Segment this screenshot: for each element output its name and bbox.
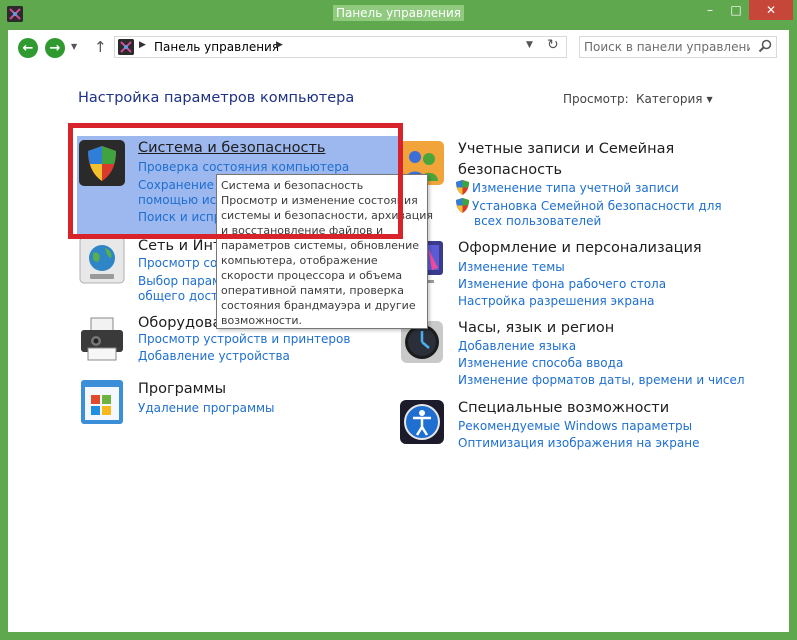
breadcrumb-separator-icon[interactable]: ▶ xyxy=(139,40,146,50)
window-title: Панель управления xyxy=(0,5,797,21)
category-title[interactable]: Оформление и персонализация xyxy=(458,238,702,258)
link-view-devices-printers[interactable]: Просмотр устройств и принтеров xyxy=(138,331,350,348)
category-title[interactable]: Сеть и Инт xyxy=(138,236,221,256)
programs-window-icon xyxy=(81,380,123,424)
annotation-highlight-frame xyxy=(68,123,403,239)
category-title[interactable]: Оборудова xyxy=(138,313,221,333)
uac-shield-icon xyxy=(456,198,469,213)
breadcrumb-separator-icon[interactable]: ▶ xyxy=(276,40,283,50)
back-button[interactable]: ← xyxy=(18,38,38,58)
category-appearance-personalization[interactable]: Оформление и персонализация Изменение те… xyxy=(398,238,718,310)
title-bar[interactable]: Панель управления – □ ✕ xyxy=(0,0,797,30)
search-icon[interactable] xyxy=(757,38,773,54)
category-network-internet[interactable]: Сеть и Инт Просмотр сос Выбор парам обще… xyxy=(78,236,228,303)
link-recommended-settings[interactable]: Рекомендуемые Windows параметры xyxy=(458,418,692,435)
link-uninstall-program[interactable]: Удаление программы xyxy=(138,400,275,417)
category-title[interactable]: Программы xyxy=(138,379,226,399)
category-title[interactable]: Часы, язык и регион xyxy=(458,318,614,338)
control-panel-window: Панель управления – □ ✕ ← → ▼ ↑ ▶ Панель… xyxy=(0,0,797,640)
uac-shield-icon xyxy=(456,180,469,195)
tooltip-line: параметров системы, обновление xyxy=(221,239,420,252)
category-title-line2[interactable]: безопасность xyxy=(458,160,562,180)
link-setup-family-safety-continued[interactable]: всех пользователей xyxy=(474,213,601,230)
link-text: Установка Семейной безопасности для xyxy=(472,199,722,213)
tooltip-line: скорости процессора и объема xyxy=(221,269,403,282)
tooltip-line: оперативной памяти, проверка xyxy=(221,284,404,297)
content-area: Настройка параметров компьютера Просмотр… xyxy=(8,66,789,632)
refresh-icon[interactable]: ↻ xyxy=(547,37,559,53)
tooltip-line: состояния брандмауэра и другие xyxy=(221,299,416,312)
up-button[interactable]: ↑ xyxy=(94,38,107,56)
chevron-down-icon: ▼ xyxy=(706,95,713,104)
address-history-dropdown[interactable]: ▼ xyxy=(526,40,533,50)
link-change-account-type[interactable]: Изменение типа учетной записи xyxy=(456,180,679,197)
category-clock-language-region[interactable]: Часы, язык и регион Добавление языка Изм… xyxy=(398,318,745,390)
link-change-desktop-background[interactable]: Изменение фона рабочего стола xyxy=(458,276,666,293)
address-bar[interactable]: ▶ Панель управления ▶ ▼ ↻ xyxy=(114,36,567,58)
window-bottom-border xyxy=(8,632,789,640)
link-text: Изменение типа учетной записи xyxy=(472,181,679,195)
link-change-date-time-formats[interactable]: Изменение форматов даты, времени и чисел xyxy=(458,372,745,389)
network-globe-icon xyxy=(79,236,125,284)
forward-button[interactable]: → xyxy=(45,38,65,58)
link-optimize-display[interactable]: Оптимизация изображения на экране xyxy=(458,435,699,452)
search-box[interactable] xyxy=(579,36,777,58)
view-by-label: Просмотр: xyxy=(563,92,629,106)
view-by-dropdown[interactable]: Категория ▼ xyxy=(636,92,713,106)
category-title[interactable]: Специальные возможности xyxy=(458,398,669,418)
breadcrumb-control-panel[interactable]: Панель управления xyxy=(154,40,279,54)
tooltip-line: возможности. xyxy=(221,314,303,327)
view-by-value: Категория xyxy=(636,92,703,106)
accessibility-icon xyxy=(400,400,444,444)
tooltip-line: компьютера, отображение xyxy=(221,254,378,267)
minimize-button[interactable]: – xyxy=(697,0,723,20)
recent-locations-dropdown[interactable]: ▼ xyxy=(71,42,77,51)
close-button[interactable]: ✕ xyxy=(749,0,793,20)
link-add-language[interactable]: Добавление языка xyxy=(458,338,576,355)
link-homegroup-options-continued[interactable]: общего досту xyxy=(138,288,225,305)
link-view-network-status[interactable]: Просмотр сос xyxy=(138,255,224,272)
control-panel-icon xyxy=(118,39,134,55)
link-adjust-screen-resolution[interactable]: Настройка разрешения экрана xyxy=(458,293,655,310)
category-title-line1[interactable]: Учетные записи и Семейная xyxy=(458,139,674,159)
navigation-toolbar: ← → ▼ ↑ ▶ Панель управления ▶ ▼ ↻ xyxy=(8,30,789,66)
link-add-device[interactable]: Добавление устройства xyxy=(138,348,290,365)
link-change-theme[interactable]: Изменение темы xyxy=(458,259,565,276)
category-programs[interactable]: Программы Удаление программы xyxy=(78,378,278,426)
search-input[interactable] xyxy=(584,38,750,56)
link-change-input-method[interactable]: Изменение способа ввода xyxy=(458,355,623,372)
category-ease-of-access[interactable]: Специальные возможности Рекомендуемые Wi… xyxy=(398,398,728,450)
category-user-accounts[interactable]: Учетные записи и Семейная безопасность И… xyxy=(398,139,728,231)
printer-icon xyxy=(81,317,123,361)
maximize-button[interactable]: □ xyxy=(723,0,749,20)
page-title: Настройка параметров компьютера xyxy=(78,90,355,106)
